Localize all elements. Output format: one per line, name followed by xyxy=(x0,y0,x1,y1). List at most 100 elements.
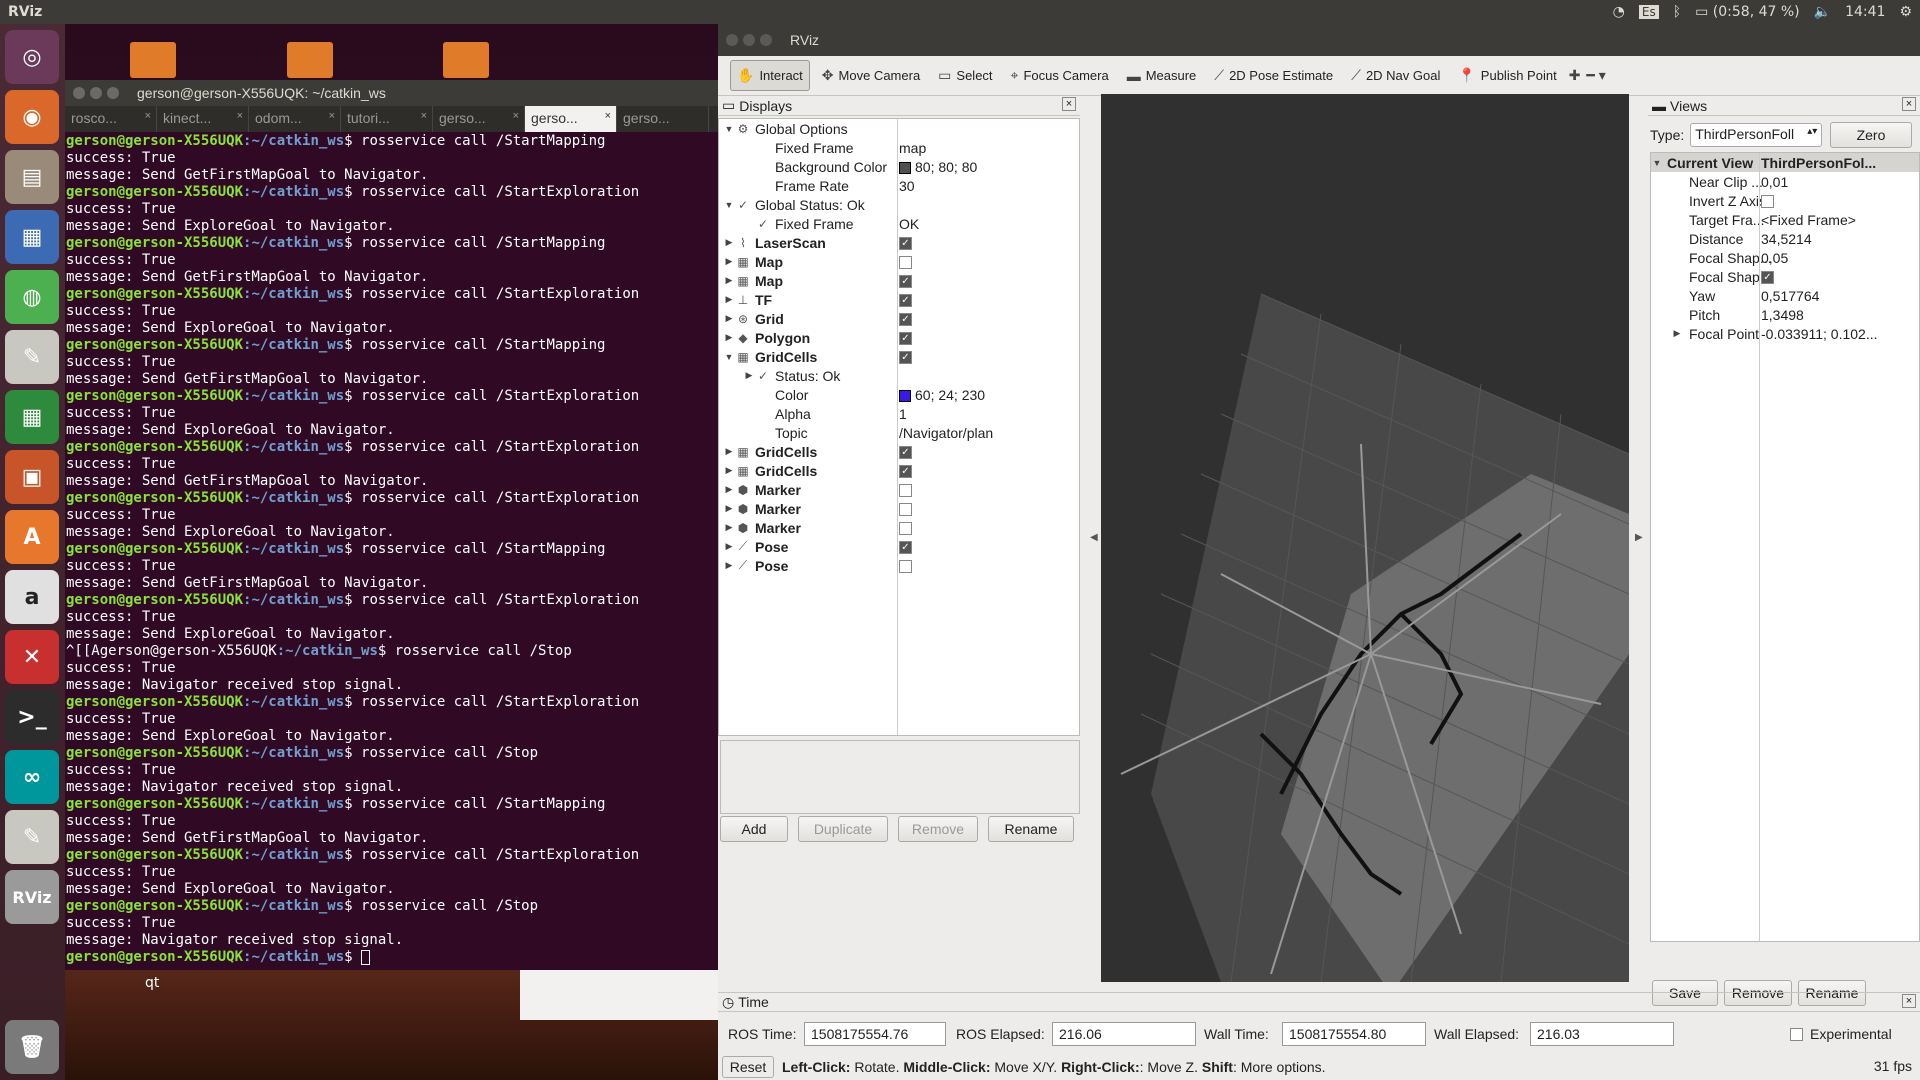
display-checkbox[interactable]: ✓ xyxy=(899,275,912,289)
display-value[interactable]: map xyxy=(899,140,926,156)
expand-right-icon[interactable]: ▶ xyxy=(723,465,735,476)
expand-down-icon[interactable]: ▼ xyxy=(723,352,735,362)
display-enable[interactable] xyxy=(899,482,912,498)
close-icon[interactable] xyxy=(726,34,738,46)
display-enable[interactable]: ✓ xyxy=(899,311,912,327)
remove-button[interactable]: Remove xyxy=(898,816,978,842)
tool-2d-nav-goal[interactable]: ⟋ 2D Nav Goal xyxy=(1345,61,1446,90)
experimental-checkbox[interactable] xyxy=(1790,1028,1803,1041)
display-enable[interactable] xyxy=(899,501,912,517)
3d-viewport[interactable] xyxy=(1101,94,1629,982)
expand-right-icon[interactable]: ▶ xyxy=(723,522,735,533)
display-enable[interactable]: ✓ xyxy=(899,463,912,479)
close-icon[interactable] xyxy=(73,87,85,99)
folder-icon[interactable] xyxy=(130,42,176,78)
expand-right-icon[interactable]: ▶ xyxy=(723,275,735,286)
view-property-row[interactable]: Near Clip ... 0,01 xyxy=(1651,172,1919,191)
display-row[interactable]: ▶ ⬢ Marker xyxy=(719,480,1079,499)
display-checkbox[interactable]: ✓ xyxy=(899,541,912,555)
view-property-value[interactable]: 1,3498 xyxy=(1761,307,1804,323)
impress-icon[interactable]: ▣ xyxy=(5,450,59,504)
expand-right-icon[interactable]: ▶ xyxy=(723,446,735,457)
view-property-value[interactable] xyxy=(1761,193,1774,209)
display-checkbox[interactable]: ✓ xyxy=(899,446,912,460)
display-enable[interactable]: ✓ xyxy=(899,539,912,555)
ubuntu-dash-icon[interactable]: ◎ xyxy=(5,30,59,84)
display-value[interactable]: OK xyxy=(899,216,919,232)
display-checkbox[interactable]: ✓ xyxy=(899,351,912,365)
display-enable[interactable]: ✓ xyxy=(899,444,912,460)
view-property-row[interactable]: Target Fra... <Fixed Frame> xyxy=(1651,210,1919,229)
view-property-row[interactable]: Distance 34,5214 xyxy=(1651,229,1919,248)
display-row[interactable]: ▶ ▦ Map ✓ xyxy=(719,271,1079,290)
volume-icon[interactable]: 🔈 xyxy=(1814,4,1831,20)
files-icon[interactable]: ▤ xyxy=(5,150,59,204)
calc-icon[interactable]: ▦ xyxy=(5,390,59,444)
display-checkbox[interactable] xyxy=(899,256,912,270)
display-row[interactable]: ▶ ▦ GridCells ✓ xyxy=(719,461,1079,480)
desktop-label-qt[interactable]: qt xyxy=(145,975,159,991)
close-icon[interactable]: × xyxy=(513,110,519,122)
firefox-icon[interactable]: ◉ xyxy=(5,90,59,144)
close-icon[interactable]: × xyxy=(605,110,611,122)
writer-icon[interactable]: ▦ xyxy=(5,210,59,264)
display-row[interactable]: ▶ ⟋ Pose ✓ xyxy=(719,537,1079,556)
close-icon[interactable]: × xyxy=(421,110,427,122)
close-icon[interactable]: × xyxy=(1902,994,1916,1008)
ros-time-field[interactable]: 1508175554.76 xyxy=(804,1022,946,1046)
display-row[interactable]: ▶ ⌇ LaserScan ✓ xyxy=(719,233,1079,252)
view-property-value[interactable]: 0,05 xyxy=(1761,250,1788,266)
bluetooth-icon[interactable]: ᛒ xyxy=(1673,4,1681,20)
collapse-left-icon[interactable]: ◀ xyxy=(1090,532,1098,543)
tool-move-camera[interactable]: ✥ Move Camera xyxy=(816,61,926,90)
maximize-icon[interactable] xyxy=(107,87,119,99)
display-checkbox[interactable]: ✓ xyxy=(899,332,912,346)
display-enable[interactable]: ✓ xyxy=(899,235,912,251)
wall-elapsed-field[interactable]: 216.03 xyxy=(1530,1022,1674,1046)
display-row[interactable]: ▶ ⟋ Pose xyxy=(719,556,1079,575)
close-icon[interactable]: × xyxy=(145,110,151,122)
display-value[interactable]: /Navigator/plan xyxy=(899,425,993,441)
battery-indicator[interactable]: ▭ (0:58, 47 %) xyxy=(1695,4,1800,20)
display-value[interactable]: 80; 80; 80 xyxy=(899,159,977,175)
ros-elapsed-field[interactable]: 216.06 xyxy=(1052,1022,1196,1046)
display-enable[interactable]: ✓ xyxy=(899,273,912,289)
expand-down-icon[interactable]: ▼ xyxy=(1651,158,1663,168)
display-enable[interactable]: ✓ xyxy=(899,349,912,365)
amazon-icon[interactable]: a xyxy=(5,570,59,624)
display-row[interactable]: ▶ ⊛ Grid ✓ xyxy=(719,309,1079,328)
display-row[interactable]: ▼ ✓ Global Status: Ok xyxy=(719,195,1079,214)
arduino-icon[interactable]: ∞ xyxy=(5,750,59,804)
view-checkbox[interactable] xyxy=(1761,195,1774,209)
view-property-row[interactable]: Yaw 0,517764 xyxy=(1651,286,1919,305)
display-row[interactable]: ▶ ⊥ TF ✓ xyxy=(719,290,1079,309)
rviz-icon[interactable]: RViz xyxy=(5,870,59,924)
display-enable[interactable] xyxy=(899,558,912,574)
close-icon[interactable]: × xyxy=(1062,97,1076,111)
views-tree[interactable]: ▼ Current View ThirdPersonFol... Near Clip … xyxy=(1650,152,1920,942)
display-row[interactable]: ▶ ▦ Map xyxy=(719,252,1079,271)
collapse-right-icon[interactable]: ▶ xyxy=(1635,532,1643,543)
display-enable[interactable] xyxy=(899,254,912,270)
display-checkbox[interactable] xyxy=(899,522,912,536)
wifi-icon[interactable]: ◔ xyxy=(1613,4,1625,20)
display-row[interactable]: Color 60; 24; 230 xyxy=(719,385,1079,404)
display-row[interactable]: ▶ ✓ Status: Ok xyxy=(719,366,1079,385)
display-enable[interactable]: ✓ xyxy=(899,292,912,308)
display-row[interactable]: Fixed Frame map xyxy=(719,138,1079,157)
views-header-row[interactable]: ▼ Current View ThirdPersonFol... xyxy=(1651,153,1919,172)
settings-icon[interactable]: ✕ xyxy=(5,630,59,684)
display-checkbox[interactable]: ✓ xyxy=(899,237,912,251)
view-property-value[interactable]: 34,5214 xyxy=(1761,231,1812,247)
expand-right-icon[interactable]: ▶ xyxy=(723,560,735,571)
software-center-icon[interactable]: A xyxy=(5,510,59,564)
tool-measure[interactable]: ▬ Measure xyxy=(1121,62,1203,90)
expand-right-icon[interactable]: ▶ xyxy=(723,332,735,343)
view-type-select[interactable]: ThirdPersonFoll ▴▾ xyxy=(1690,123,1823,147)
display-row[interactable]: ▼ ▦ GridCells ✓ xyxy=(719,347,1079,366)
expand-right-icon[interactable]: ▶ xyxy=(723,484,735,495)
display-value[interactable]: 60; 24; 230 xyxy=(899,387,985,403)
tool-publish-point[interactable]: 📍 Publish Point xyxy=(1452,61,1562,90)
keyboard-layout[interactable]: Es xyxy=(1638,5,1659,19)
toolbar-menu-icon[interactable]: ━ ▾ xyxy=(1586,67,1605,84)
